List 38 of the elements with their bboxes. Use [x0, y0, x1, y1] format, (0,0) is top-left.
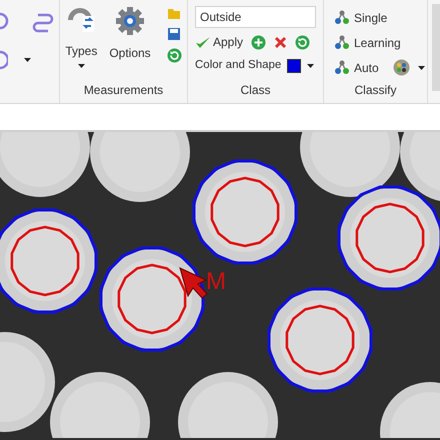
caret-icon[interactable] [78, 64, 85, 68]
inner-contour [286, 304, 354, 376]
caret-icon[interactable] [307, 64, 314, 68]
check-icon [195, 36, 211, 48]
class-dropdown[interactable]: Outside [195, 6, 316, 28]
cursor-label: M [206, 270, 226, 294]
color-shape-label: Color and Shape [195, 58, 282, 73]
inner-contour [118, 264, 186, 334]
hierarchy-icon [334, 60, 350, 75]
hierarchy-icon [334, 10, 350, 25]
link-icon[interactable] [30, 12, 54, 34]
color-swatch[interactable] [287, 58, 302, 73]
group-label: Classify [353, 82, 398, 99]
shape-icon[interactable] [0, 50, 8, 70]
group-label: Class [239, 82, 272, 99]
inner-contour [10, 226, 80, 296]
gear-icon [115, 6, 145, 36]
classify-button[interactable]: Single [334, 8, 388, 26]
caret-icon[interactable] [24, 58, 31, 62]
apply-button[interactable]: Apply [195, 33, 244, 51]
inner-contour [210, 176, 280, 248]
classify-button[interactable]: Auto [334, 58, 379, 76]
hierarchy-icon [334, 35, 350, 50]
cursor-icon [179, 267, 208, 299]
delete-icon[interactable] [274, 36, 288, 48]
types-button[interactable]: Types [65, 2, 98, 68]
shape-icon[interactable] [0, 12, 10, 32]
gauge-icon [66, 6, 96, 34]
group-label: Measurements [84, 82, 164, 99]
inner-contour [356, 202, 424, 274]
caret-icon[interactable] [418, 66, 425, 70]
refresh-icon[interactable] [166, 48, 182, 63]
refresh-icon[interactable] [295, 34, 310, 50]
palette-icon[interactable] [392, 59, 410, 76]
options-button[interactable]: Options [109, 2, 151, 62]
classify-button[interactable]: Learning [334, 34, 401, 52]
add-icon[interactable] [251, 34, 266, 50]
save-icon[interactable] [166, 27, 181, 41]
